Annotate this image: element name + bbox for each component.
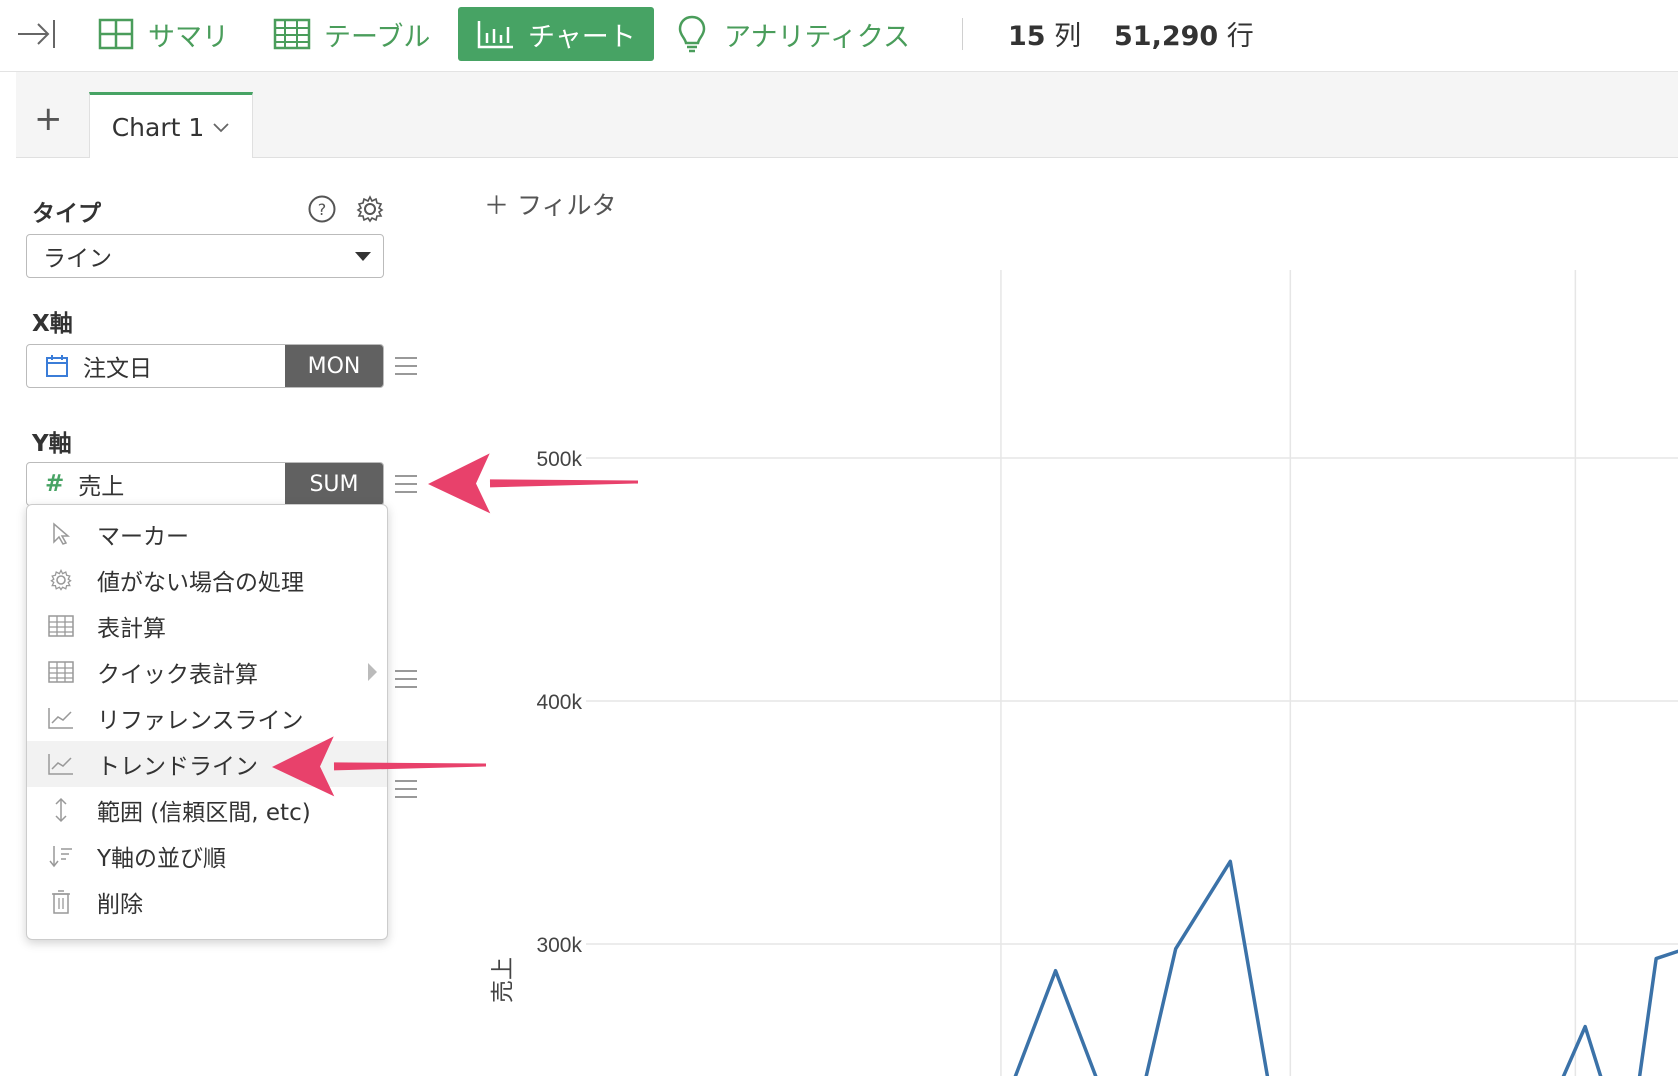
- x-axis-field-pill[interactable]: 注文日 MON: [26, 344, 384, 388]
- y-axis-field-name: 売上: [78, 474, 125, 500]
- menu-item-missing-values[interactable]: 値がない場合の処理: [27, 557, 387, 603]
- line-chart-icon: [47, 704, 75, 732]
- y-tick-label: 400k: [536, 691, 582, 714]
- caret-down-icon: [355, 252, 371, 261]
- tab-analytics-label: アナリティクス: [724, 21, 911, 53]
- y-axis-aggregation[interactable]: SUM: [285, 463, 383, 505]
- trash-icon: [47, 888, 75, 916]
- menu-item-reference-line[interactable]: リファレンスライン: [27, 695, 387, 741]
- top-toolbar: サマリ テーブル チャート アナリティクス 15 列 51,290 行: [0, 0, 1678, 72]
- line-chart-icon: [47, 750, 75, 778]
- table-icon: [272, 14, 312, 54]
- menu-item-table-calc[interactable]: 表計算: [27, 603, 387, 649]
- number-icon: #: [45, 471, 65, 497]
- menu-item-range[interactable]: 範囲 (信頼区間, etc): [27, 787, 387, 833]
- y-tick-label: 500k: [536, 448, 582, 471]
- menu-item-trend-line[interactable]: トレンドライン: [27, 741, 387, 787]
- gear-icon: [47, 566, 75, 594]
- menu-item-delete[interactable]: 削除: [27, 879, 387, 925]
- bar-chart-icon: [476, 14, 516, 54]
- tab-summary-label: サマリ: [148, 21, 229, 53]
- submenu-arrow-icon: [368, 663, 377, 681]
- svg-text:?: ?: [318, 200, 327, 219]
- menu-item-y-sort[interactable]: Y軸の並び順: [27, 833, 387, 879]
- tab-table-label: テーブル: [324, 21, 431, 53]
- tab-table[interactable]: テーブル: [272, 7, 430, 61]
- row-menu-icon[interactable]: [395, 670, 417, 688]
- chart-type-value: ライン: [43, 246, 112, 272]
- table-icon: [47, 658, 75, 686]
- type-label: タイプ: [32, 201, 101, 227]
- table-icon: [47, 612, 75, 640]
- gear-icon[interactable]: [355, 194, 385, 224]
- x-axis-field-name: 注文日: [83, 356, 152, 382]
- y-axis-field[interactable]: # 売上: [27, 463, 287, 505]
- chart-tab[interactable]: Chart 1: [89, 92, 253, 159]
- chart-type-select[interactable]: ライン: [26, 234, 384, 278]
- x-axis-label: X軸: [32, 311, 73, 337]
- add-chart-button[interactable]: +: [34, 102, 63, 136]
- tab-chart[interactable]: チャート: [458, 7, 654, 61]
- collapse-sidebar-icon[interactable]: [14, 14, 58, 54]
- x-axis-menu-icon[interactable]: [395, 357, 417, 375]
- tab-chart-label: チャート: [528, 21, 636, 53]
- y-axis-menu-icon[interactable]: [395, 475, 417, 493]
- row-count: 51,290 行: [1114, 21, 1254, 52]
- calendar-icon: [45, 354, 69, 378]
- chart-tab-label: Chart 1: [111, 112, 205, 142]
- help-icon[interactable]: ?: [307, 194, 337, 224]
- y-axis-label: Y軸: [32, 431, 72, 457]
- chart-tab-bar: + Chart 1: [16, 72, 1678, 159]
- menu-item-marker[interactable]: マーカー: [27, 511, 387, 557]
- series-line-0: [1013, 859, 1270, 1076]
- series-line-1: [1561, 949, 1678, 1076]
- sort-icon: [47, 842, 75, 870]
- column-count: 15 列: [1008, 21, 1082, 52]
- x-axis-aggregation[interactable]: MON: [285, 345, 383, 387]
- grid-icon: [96, 14, 136, 54]
- x-axis-field[interactable]: 注文日: [27, 345, 287, 387]
- y-axis-title: 売上: [490, 957, 516, 1003]
- lightbulb-icon: [672, 14, 712, 54]
- toolbar-divider: [962, 18, 963, 50]
- cursor-icon: [47, 520, 75, 548]
- y-tick-label: 300k: [536, 934, 582, 957]
- tab-summary[interactable]: サマリ: [96, 7, 229, 61]
- tab-analytics[interactable]: アナリティクス: [672, 7, 910, 61]
- menu-item-quick-table-calc[interactable]: クイック表計算: [27, 649, 387, 695]
- add-filter-button[interactable]: ＋ フィルタ: [484, 186, 616, 222]
- y-axis-field-pill[interactable]: # 売上 SUM: [26, 462, 384, 506]
- line-chart: 500k 400k 300k 売上: [490, 270, 1678, 1076]
- row-menu-icon[interactable]: [395, 780, 417, 798]
- chevron-down-icon[interactable]: [212, 117, 230, 138]
- y-axis-context-menu: マーカー 値がない場合の処理 表計算 クイック表計算 リファレンスライン トレン…: [26, 504, 388, 940]
- range-icon: [47, 796, 75, 824]
